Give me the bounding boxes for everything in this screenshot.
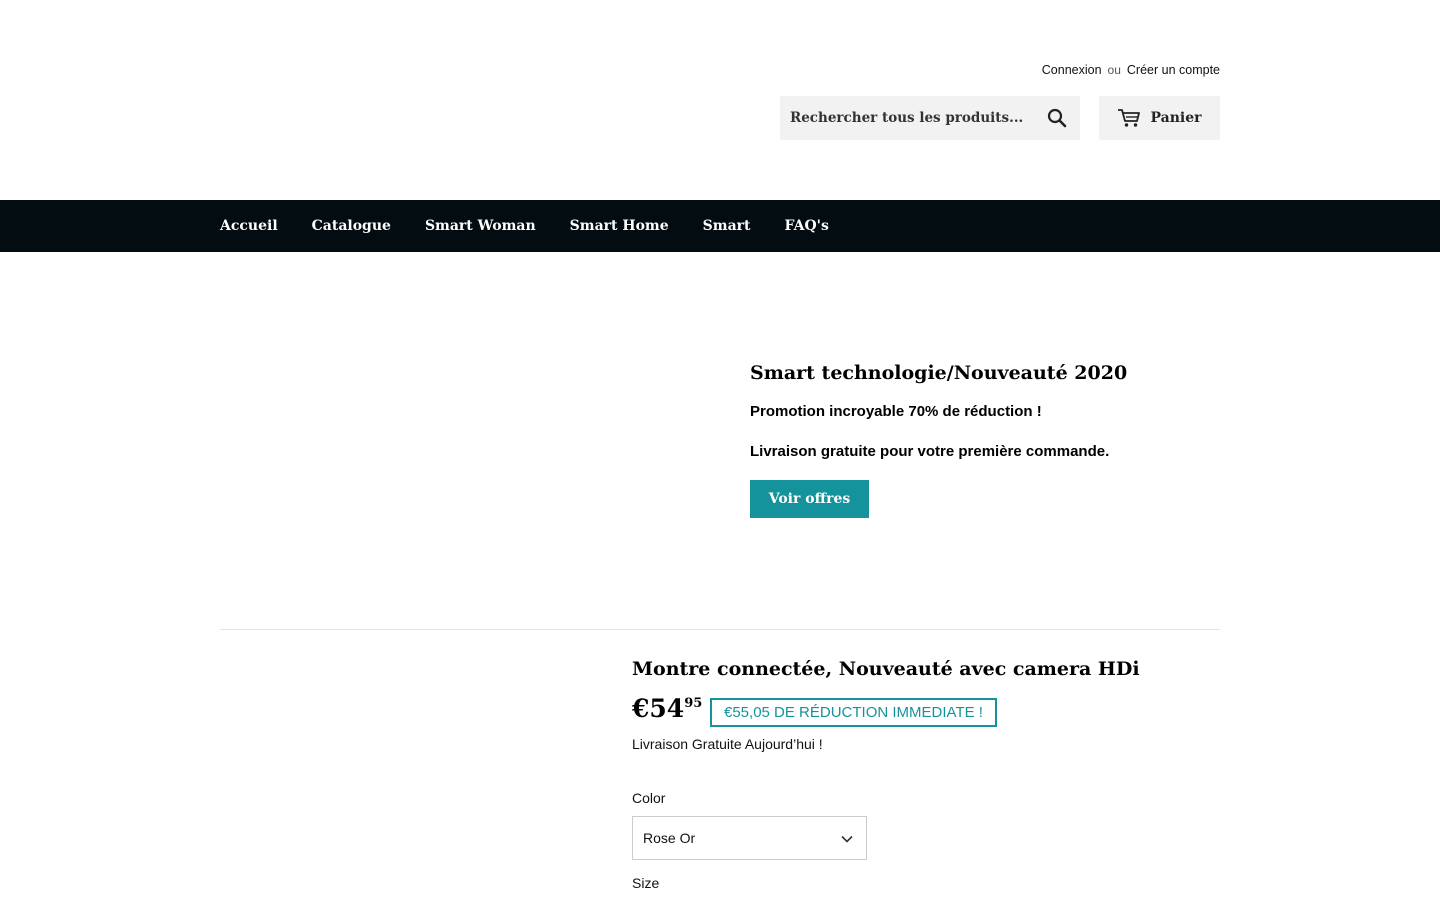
hero-title: Smart technologie/Nouveauté 2020 [750, 362, 1128, 384]
price-main: €54 [632, 694, 685, 723]
hero-promo-text: Promotion incroyable 70% de réduction ! [750, 403, 1042, 420]
color-select[interactable]: Rose Or [632, 816, 867, 860]
color-select-value: Rose Or [643, 830, 696, 846]
register-link[interactable]: Créer un compte [1127, 63, 1220, 77]
hero-shipping-text: Livraison gratuite pour votre première c… [750, 443, 1110, 460]
site-header: Connexion ou Créer un compte Panier [0, 0, 1440, 200]
nav-item-smart-woman[interactable]: Smart Woman [425, 218, 536, 234]
search-button[interactable] [1034, 96, 1080, 140]
section-divider [220, 629, 1220, 630]
price-cents: 95 [684, 696, 703, 711]
nav-item-faq[interactable]: FAQ's [784, 218, 828, 234]
cart-label: Panier [1150, 110, 1202, 126]
account-separator: ou [1107, 63, 1121, 77]
view-offers-button[interactable]: Voir offres [750, 480, 869, 518]
search-input[interactable] [780, 96, 1034, 140]
nav-item-smart-home[interactable]: Smart Home [570, 218, 669, 234]
cart-button[interactable]: Panier [1099, 96, 1220, 140]
color-label: Color [632, 790, 666, 806]
product-price: €5495 [632, 694, 702, 723]
chevron-down-icon [841, 835, 853, 843]
hero-banner: Smart technologie/Nouveauté 2020 Promoti… [0, 252, 1440, 629]
account-links: Connexion ou Créer un compte [1042, 63, 1220, 77]
nav-item-smart[interactable]: Smart [703, 218, 751, 234]
search-bar [780, 96, 1080, 140]
search-icon [1047, 108, 1067, 128]
discount-badge: €55,05 DE RÉDUCTION IMMEDIATE ! [710, 698, 997, 727]
size-label: Size [632, 875, 660, 891]
login-link[interactable]: Connexion [1042, 63, 1102, 77]
product-title: Montre connectée, Nouveauté avec camera … [632, 658, 1140, 680]
nav-item-catalogue[interactable]: Catalogue [312, 218, 391, 234]
cart-icon [1118, 109, 1141, 127]
nav-item-accueil[interactable]: Accueil [220, 218, 278, 234]
main-nav: Accueil Catalogue Smart Woman Smart Home… [0, 200, 1440, 252]
shipping-note: Livraison Gratuite Aujourd’hui ! [632, 736, 823, 752]
